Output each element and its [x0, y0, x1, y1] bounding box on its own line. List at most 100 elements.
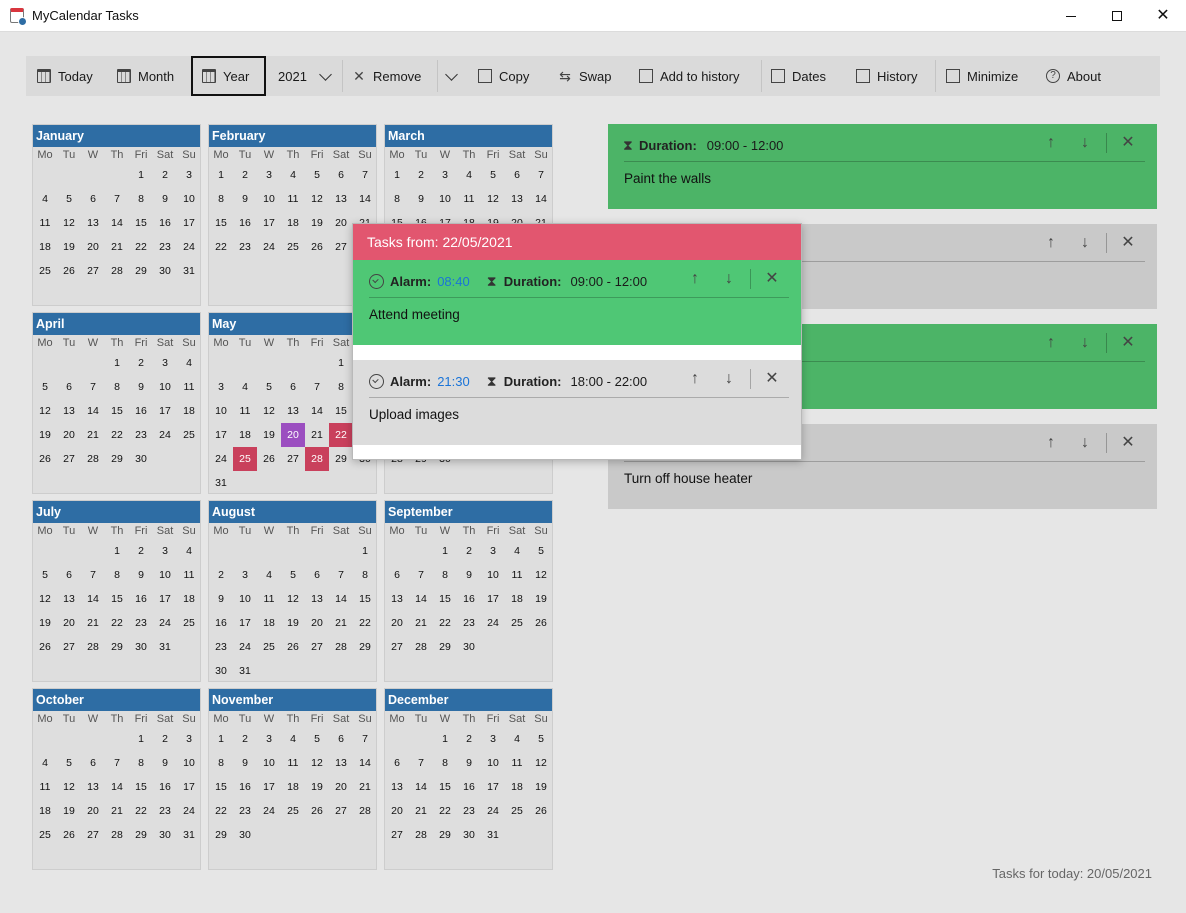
day-cell[interactable]: 24: [177, 235, 201, 259]
day-cell[interactable]: 31: [177, 823, 201, 847]
day-cell[interactable]: 2: [153, 163, 177, 187]
day-cell[interactable]: 30: [153, 259, 177, 283]
day-cell[interactable]: 24: [257, 235, 281, 259]
day-cell[interactable]: 28: [409, 823, 433, 847]
day-cell[interactable]: 15: [105, 587, 129, 611]
day-cell[interactable]: 3: [481, 727, 505, 751]
day-cell[interactable]: 7: [81, 375, 105, 399]
day-cell[interactable]: 15: [329, 399, 353, 423]
day-cell[interactable]: 14: [409, 775, 433, 799]
day-cell[interactable]: 9: [153, 187, 177, 211]
day-cell[interactable]: 7: [353, 727, 377, 751]
day-cell[interactable]: 17: [153, 399, 177, 423]
dates-button[interactable]: Dates: [771, 56, 826, 96]
day-cell[interactable]: 5: [529, 727, 553, 751]
day-cell[interactable]: 23: [129, 423, 153, 447]
move-up-button[interactable]: ↑: [1034, 333, 1068, 353]
day-cell[interactable]: 18: [233, 423, 257, 447]
day-cell[interactable]: 25: [505, 611, 529, 635]
day-cell[interactable]: 13: [81, 775, 105, 799]
day-cell[interactable]: 8: [385, 187, 409, 211]
day-cell[interactable]: 4: [281, 727, 305, 751]
day-cell[interactable]: 11: [281, 187, 305, 211]
day-cell[interactable]: 3: [209, 375, 233, 399]
day-cell[interactable]: 27: [57, 447, 81, 471]
day-cell[interactable]: 26: [305, 235, 329, 259]
day-cell[interactable]: 20: [57, 611, 81, 635]
day-cell[interactable]: 23: [129, 611, 153, 635]
day-cell[interactable]: 22: [433, 799, 457, 823]
day-cell[interactable]: 12: [57, 775, 81, 799]
day-cell[interactable]: 14: [529, 187, 553, 211]
day-cell[interactable]: 16: [233, 211, 257, 235]
day-cell[interactable]: 25: [33, 259, 57, 283]
day-cell[interactable]: 2: [457, 727, 481, 751]
day-cell[interactable]: 23: [153, 799, 177, 823]
day-cell[interactable]: 16: [457, 587, 481, 611]
day-cell[interactable]: 19: [257, 423, 281, 447]
day-cell[interactable]: 11: [177, 375, 201, 399]
delete-task-button[interactable]: ✕: [755, 369, 789, 389]
day-cell[interactable]: 28: [105, 259, 129, 283]
day-cell[interactable]: 24: [209, 447, 233, 471]
minimize-window-button[interactable]: [1048, 0, 1094, 32]
day-cell[interactable]: 27: [385, 635, 409, 659]
day-cell[interactable]: 25: [233, 447, 257, 471]
day-cell[interactable]: 30: [129, 447, 153, 471]
day-cell[interactable]: 29: [105, 447, 129, 471]
day-cell[interactable]: 10: [433, 187, 457, 211]
day-cell[interactable]: 1: [433, 539, 457, 563]
day-cell[interactable]: 4: [177, 539, 201, 563]
day-cell[interactable]: 13: [385, 775, 409, 799]
day-cell[interactable]: 17: [153, 587, 177, 611]
day-cell[interactable]: 6: [505, 163, 529, 187]
day-cell[interactable]: 21: [305, 423, 329, 447]
day-cell[interactable]: 24: [481, 611, 505, 635]
day-cell[interactable]: 8: [129, 751, 153, 775]
day-cell[interactable]: 5: [281, 563, 305, 587]
day-cell[interactable]: 26: [57, 823, 81, 847]
move-down-button[interactable]: ↓: [1068, 233, 1102, 253]
day-cell[interactable]: 13: [505, 187, 529, 211]
day-cell[interactable]: 9: [209, 587, 233, 611]
day-cell[interactable]: 30: [129, 635, 153, 659]
day-cell[interactable]: 27: [281, 447, 305, 471]
year-select[interactable]: 2021: [278, 56, 332, 96]
day-cell[interactable]: 26: [33, 635, 57, 659]
day-cell[interactable]: 9: [129, 563, 153, 587]
day-cell[interactable]: 30: [153, 823, 177, 847]
day-cell[interactable]: 4: [505, 539, 529, 563]
minimize-app-button[interactable]: Minimize: [946, 56, 1018, 96]
day-cell[interactable]: 13: [281, 399, 305, 423]
day-cell[interactable]: 3: [153, 351, 177, 375]
day-cell[interactable]: 5: [257, 375, 281, 399]
day-cell[interactable]: 3: [481, 539, 505, 563]
day-cell[interactable]: 18: [281, 775, 305, 799]
day-cell[interactable]: 12: [529, 751, 553, 775]
popup-task-card[interactable]: Alarm: 08:40 Duration: 09:00 - 12:00 ↑ ↓…: [353, 260, 801, 345]
day-cell[interactable]: 17: [209, 423, 233, 447]
day-cell[interactable]: 20: [81, 235, 105, 259]
day-cell[interactable]: 12: [481, 187, 505, 211]
day-cell[interactable]: 6: [305, 563, 329, 587]
day-cell[interactable]: 1: [129, 727, 153, 751]
day-cell[interactable]: 31: [153, 635, 177, 659]
day-cell[interactable]: 3: [233, 563, 257, 587]
day-cell[interactable]: 29: [329, 447, 353, 471]
day-cell[interactable]: 15: [105, 399, 129, 423]
move-down-button[interactable]: ↓: [712, 369, 746, 389]
day-cell[interactable]: 8: [329, 375, 353, 399]
day-cell[interactable]: 9: [129, 375, 153, 399]
day-cell[interactable]: 2: [457, 539, 481, 563]
day-cell[interactable]: 6: [385, 563, 409, 587]
day-cell[interactable]: 20: [81, 799, 105, 823]
day-cell[interactable]: 21: [105, 799, 129, 823]
delete-task-button[interactable]: ✕: [1111, 133, 1145, 153]
day-cell[interactable]: 26: [57, 259, 81, 283]
day-cell[interactable]: 1: [209, 163, 233, 187]
day-cell[interactable]: 15: [433, 775, 457, 799]
day-cell[interactable]: 19: [57, 799, 81, 823]
day-cell[interactable]: 22: [209, 235, 233, 259]
delete-task-button[interactable]: ✕: [755, 269, 789, 289]
day-cell[interactable]: 10: [257, 187, 281, 211]
